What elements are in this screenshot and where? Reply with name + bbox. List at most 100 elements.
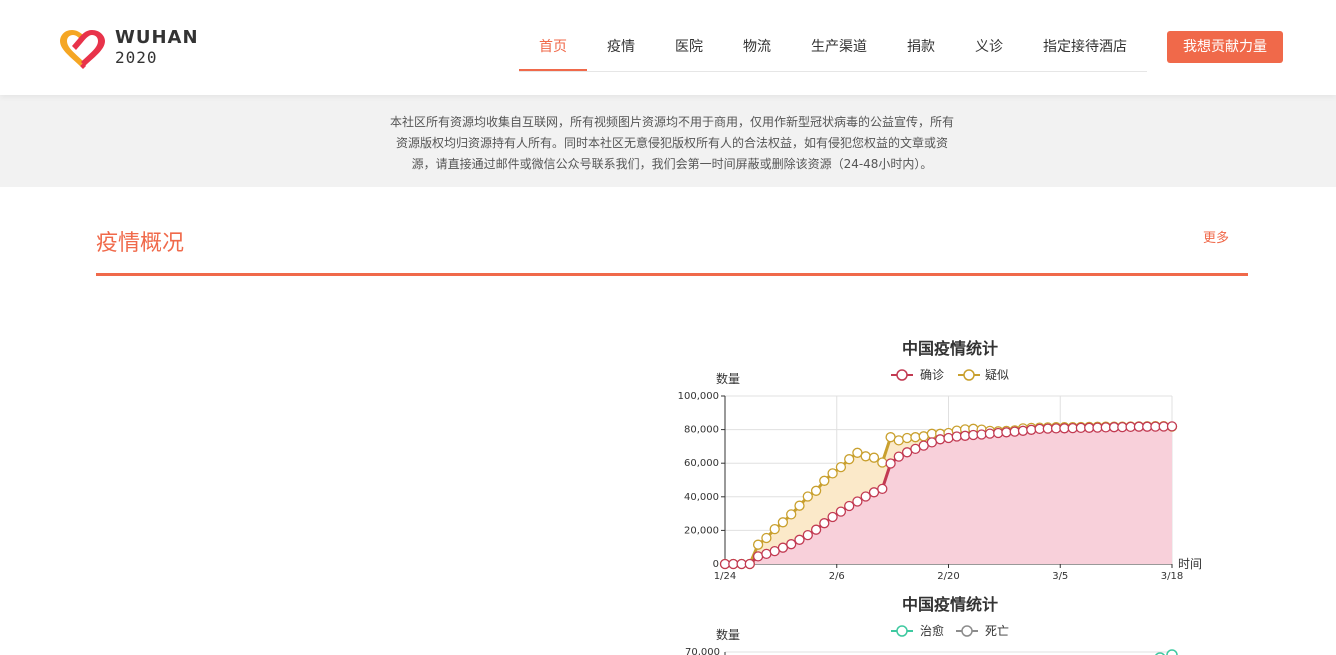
data-point	[1042, 423, 1053, 434]
data-point	[1158, 421, 1169, 432]
data-point	[1001, 427, 1012, 438]
data-point	[794, 500, 805, 511]
y-tick-label: 60,000	[684, 458, 719, 469]
disclaimer-banner: 本社区所有资源均收集自互联网，所有视频图片资源均不用于商用，仅用作新型冠状病毒的…	[0, 95, 1336, 187]
legend-label: 治愈	[920, 623, 944, 638]
x-tick-label: 3/5	[1052, 571, 1068, 582]
x-tick-label: 1/24	[714, 571, 736, 582]
chart-title: 中国疫情统计	[902, 595, 998, 614]
data-point	[860, 491, 871, 502]
data-point	[1166, 421, 1178, 432]
chart-recovered-deaths: 中国疫情统计 治愈 死亡 数量 70,000	[685, 595, 1178, 655]
data-point	[794, 534, 805, 545]
data-point	[877, 483, 888, 495]
nav-item-production[interactable]: 生产渠道	[811, 36, 867, 56]
more-link[interactable]: 更多	[1203, 227, 1229, 246]
legend-label: 死亡	[985, 624, 1009, 638]
data-point	[777, 517, 789, 528]
data-point	[901, 447, 913, 458]
data-point	[1125, 421, 1136, 433]
data-point	[1092, 422, 1103, 433]
data-point	[877, 457, 888, 468]
logo-wordmark: WUHAN	[115, 27, 199, 48]
data-point	[769, 523, 780, 535]
legend-confirmed[interactable]: 确诊	[891, 368, 944, 382]
legend-recovered[interactable]: 治愈	[891, 623, 944, 638]
data-point	[1075, 422, 1087, 434]
data-point	[802, 491, 813, 502]
data-point	[1084, 422, 1095, 433]
data-point	[951, 431, 962, 442]
nav-item-home[interactable]: 首页	[539, 36, 567, 56]
data-point	[802, 529, 813, 541]
y-axis-title: 数量	[716, 371, 740, 386]
data-point	[968, 429, 979, 441]
section-divider	[96, 273, 1248, 276]
section-title: 疫情概况	[96, 231, 185, 256]
y-axis-title: 数量	[716, 627, 740, 642]
chart-title: 中国疫情统计	[902, 339, 998, 358]
data-point	[835, 461, 847, 473]
data-point	[1150, 421, 1161, 432]
y-tick-label: 100,000	[678, 391, 719, 402]
data-point	[827, 468, 838, 479]
data-point	[935, 434, 946, 445]
data-point	[893, 435, 904, 446]
data-point	[943, 432, 954, 444]
nav-active-indicator	[519, 69, 587, 71]
legend-suspected[interactable]: 疑似	[958, 367, 1009, 382]
x-tick-label: 2/6	[829, 571, 845, 582]
x-axis-title: 时间	[1178, 557, 1202, 571]
data-point	[835, 506, 847, 517]
data-point	[810, 485, 822, 496]
nav-item-hospital[interactable]: 医院	[675, 36, 703, 56]
data-point	[761, 548, 772, 560]
data-point	[1117, 421, 1128, 433]
main-nav: 首页 疫情 医院 物流 生产渠道 捐款 义诊 指定接待酒店	[519, 24, 1147, 72]
data-point	[827, 511, 838, 523]
data-point	[761, 532, 772, 544]
disclaimer-line: 源，请直接通过邮件或微信公众号联系我们，我们会第一时间屏蔽或删除该资源（24-4…	[411, 157, 933, 171]
legend-label: 疑似	[985, 367, 1009, 382]
data-point	[926, 437, 938, 448]
legend-deaths[interactable]: 死亡	[956, 624, 1009, 638]
data-point	[786, 509, 797, 520]
chart-series	[719, 421, 1178, 570]
heart-pin-logo-icon	[60, 30, 105, 69]
data-point	[1009, 426, 1020, 437]
site-header: WUHAN 2020 首页 疫情 医院 物流 生产渠道 捐款 义诊 指定接待酒店…	[0, 0, 1336, 95]
disclaimer-line: 本社区所有资源均收集自互联网，所有视频图片资源均不用于商用，仅用作新型冠状病毒的…	[389, 115, 954, 129]
data-point	[910, 443, 921, 455]
epidemic-charts: 中国疫情统计 确诊 疑似 数量 时间 0 20,000 40,000 60,00…	[678, 339, 1202, 655]
data-point	[844, 454, 855, 465]
contribute-button[interactable]: 我想贡献力量	[1167, 31, 1283, 63]
data-point	[910, 432, 921, 443]
data-point	[893, 451, 904, 462]
site-logo[interactable]: WUHAN 2020	[58, 26, 198, 70]
nav-item-logistics[interactable]: 物流	[743, 36, 771, 56]
data-point	[752, 539, 764, 550]
data-point	[786, 539, 797, 550]
data-point	[976, 429, 987, 440]
data-point	[852, 447, 863, 458]
y-tick-label: 40,000	[684, 492, 719, 503]
nav-item-hotels[interactable]: 指定接待酒店	[1043, 36, 1127, 56]
y-tick-label: 20,000	[684, 525, 719, 536]
data-point	[810, 524, 822, 535]
data-point	[1166, 649, 1178, 655]
data-point	[1017, 425, 1029, 436]
nav-item-donation[interactable]: 捐款	[907, 36, 935, 56]
data-point	[852, 496, 863, 507]
data-point	[868, 452, 880, 463]
chart-confirmed-suspected: 中国疫情统计 确诊 疑似 数量 时间 0 20,000 40,000 60,00…	[678, 339, 1202, 582]
legend-marker-icon	[961, 625, 973, 637]
nav-item-epidemic[interactable]: 疫情	[607, 36, 635, 56]
legend-marker-icon	[896, 625, 908, 637]
x-tick-label: 2/20	[937, 571, 959, 582]
y-tick-label: 70,000	[685, 647, 720, 655]
legend-label: 确诊	[920, 368, 944, 382]
y-axis-labels: 0 20,000 40,000 60,000 80,000 100,000	[678, 391, 719, 570]
data-point	[885, 458, 896, 469]
nav-item-clinic[interactable]: 义诊	[975, 36, 1003, 56]
data-point	[777, 542, 789, 553]
